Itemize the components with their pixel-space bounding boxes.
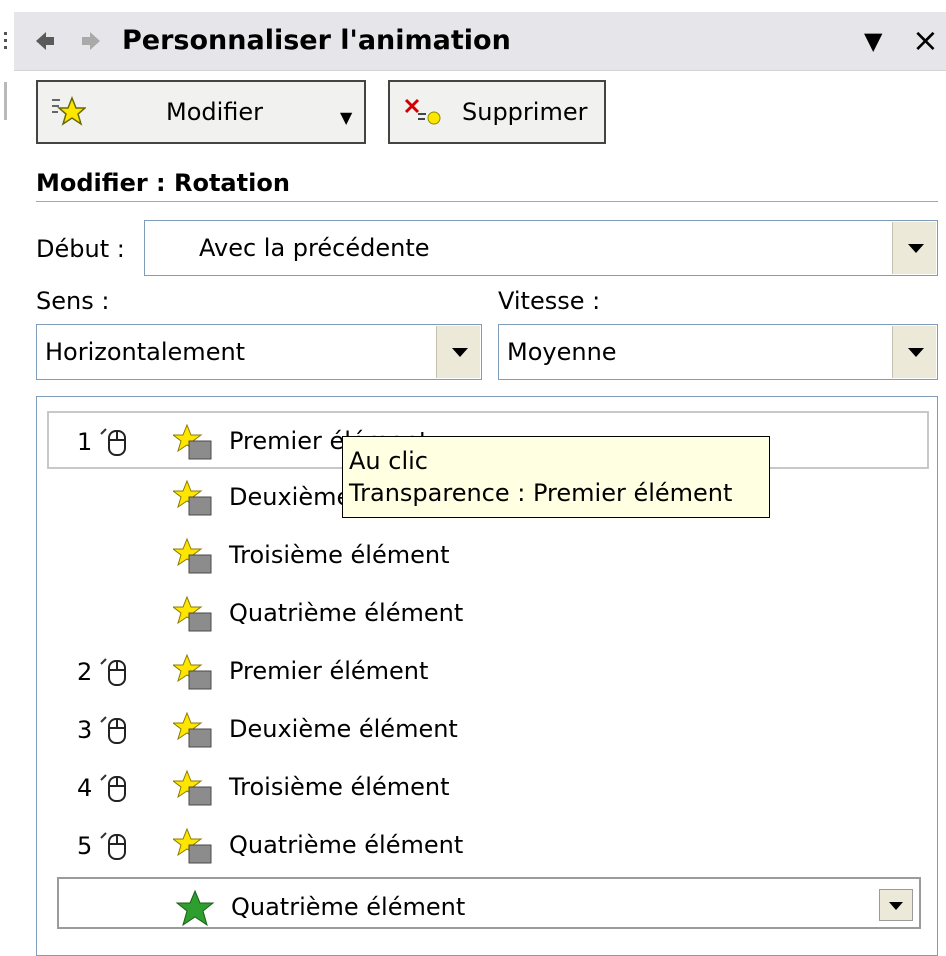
delete-effect-button[interactable]: Supprimer <box>388 80 606 144</box>
effect-order-number: 3 <box>77 716 93 744</box>
effect-name: Deuxième élément <box>229 715 458 743</box>
modify-effect-button[interactable]: Modifier ▼ <box>36 80 366 144</box>
chevron-down-icon[interactable] <box>436 326 480 378</box>
chevron-down-icon[interactable]: ▼ <box>340 108 352 127</box>
effect-star-icon <box>171 595 215 635</box>
list-item[interactable]: 3 Deuxième élément <box>37 701 937 759</box>
list-item[interactable]: Quatrième élément <box>37 585 937 643</box>
remove-effect-icon <box>402 96 441 130</box>
speed-select[interactable]: Moyenne <box>498 324 938 380</box>
add-effect-star-icon <box>50 95 88 130</box>
pane-splitter[interactable] <box>4 82 7 120</box>
list-item[interactable]: Troisième élément <box>37 527 937 585</box>
effect-star-icon <box>171 769 215 809</box>
effect-name: Premier élément <box>229 657 429 685</box>
mouse-click-icon <box>97 713 131 747</box>
effect-order-number: 2 <box>77 658 93 686</box>
effect-order-number: 4 <box>77 774 93 802</box>
tooltip-trigger-text: Au clic <box>349 447 428 475</box>
mouse-click-icon <box>97 425 131 459</box>
effect-tooltip: Au clic Transparence : Premier élément <box>342 436 770 518</box>
list-item[interactable]: 5 Quatrième élément <box>37 817 937 875</box>
effect-name: Quatrième élément <box>229 599 464 627</box>
direction-select[interactable]: Horizontalement <box>36 324 482 380</box>
start-label: Début : <box>36 235 125 263</box>
pane-title: Personnaliser l'animation <box>122 25 511 56</box>
effect-star-icon <box>171 711 215 751</box>
speed-select-value: Moyenne <box>507 338 617 366</box>
effect-order-number: 5 <box>77 832 93 860</box>
chevron-down-icon[interactable] <box>879 889 913 921</box>
effect-name: Quatrième élément <box>229 831 464 859</box>
speed-label: Vitesse : <box>498 287 601 315</box>
chevron-down-icon[interactable] <box>892 326 936 378</box>
direction-label: Sens : <box>36 287 110 315</box>
effect-name: Troisième élément <box>229 541 450 569</box>
effect-star-icon <box>171 827 215 867</box>
direction-select-value: Horizontalement <box>45 338 246 366</box>
custom-animation-pane: Personnaliser l'animation ▼ × Modifier ▼ <box>0 0 946 956</box>
modify-effect-label: Modifier <box>166 98 264 126</box>
start-select-value: Avec la précédente <box>199 234 430 262</box>
effect-star-icon <box>171 479 215 519</box>
mouse-click-icon <box>97 655 131 689</box>
back-arrow-icon[interactable] <box>34 30 56 55</box>
forward-arrow-icon[interactable] <box>80 30 102 55</box>
chevron-down-icon[interactable] <box>892 222 936 274</box>
mouse-click-icon <box>97 771 131 805</box>
start-select[interactable]: Avec la précédente <box>144 220 938 276</box>
effect-order-number: 1 <box>77 428 93 456</box>
close-icon[interactable]: × <box>912 22 939 58</box>
effect-star-icon <box>171 653 215 693</box>
effect-star-icon <box>171 537 215 577</box>
list-item-selected[interactable]: Quatrième élément <box>57 877 921 929</box>
effect-name: Quatrième élément <box>231 893 466 921</box>
list-item[interactable]: 4 Troisième élément <box>37 759 937 817</box>
pane-menu-dropdown-icon[interactable]: ▼ <box>864 26 882 56</box>
pane-title-bar: Personnaliser l'animation ▼ × <box>14 12 946 71</box>
effect-section-title: Modifier : Rotation <box>36 169 290 197</box>
delete-effect-label: Supprimer <box>462 98 588 126</box>
list-item[interactable]: 2 Premier élément <box>37 643 937 701</box>
pane-grip[interactable] <box>4 32 8 52</box>
mouse-click-icon <box>97 829 131 863</box>
section-divider <box>36 201 938 202</box>
effect-name: Troisième élément <box>229 773 450 801</box>
emphasis-star-icon <box>175 889 217 929</box>
tooltip-effect-text: Transparence : Premier élément <box>349 479 733 507</box>
effect-star-icon <box>171 423 215 463</box>
